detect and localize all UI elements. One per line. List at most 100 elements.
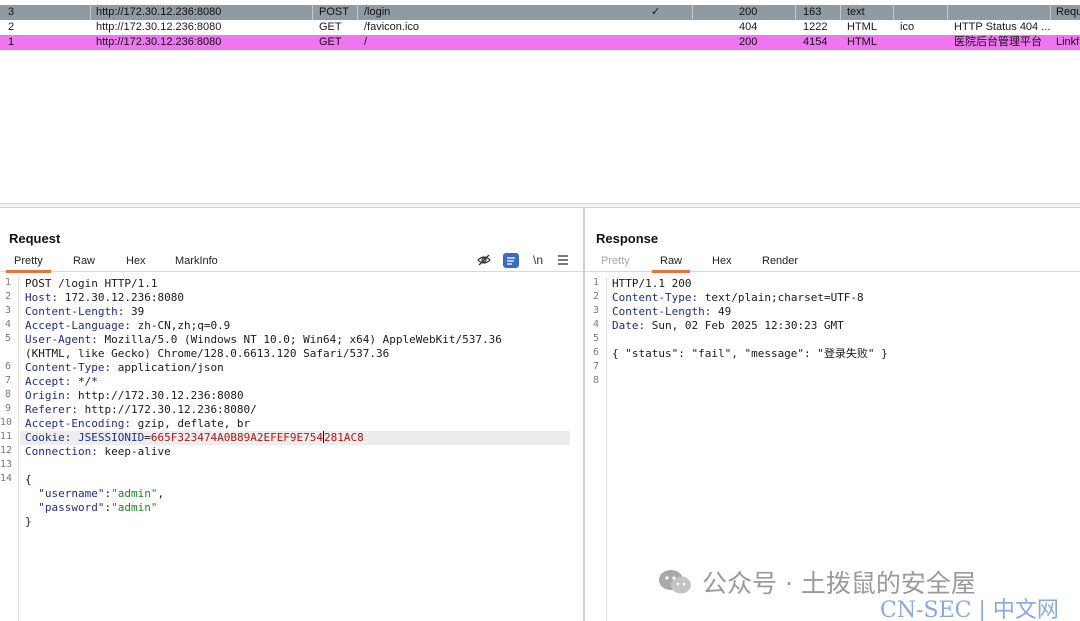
tab-pretty[interactable]: Pretty bbox=[6, 255, 51, 273]
row-host: http://172.30.12.236:8080 bbox=[96, 21, 222, 33]
response-title: Response bbox=[596, 231, 659, 246]
tab-hex[interactable]: Hex bbox=[712, 255, 732, 267]
row-method: GET bbox=[319, 21, 342, 33]
check-icon: ✓ bbox=[651, 6, 661, 18]
line-number: 1 bbox=[4, 277, 11, 288]
table-row[interactable]: 3 http://172.30.12.236:8080 POST /login … bbox=[0, 5, 1080, 20]
header-line: Accept-Encoding: gzip, deflate, br bbox=[25, 417, 251, 430]
row-method: GET bbox=[319, 36, 342, 48]
row-url: / bbox=[364, 36, 368, 48]
eye-off-icon[interactable] bbox=[475, 252, 493, 268]
line-number: 2 bbox=[592, 291, 599, 302]
header-line: Accept: */* bbox=[25, 375, 98, 388]
tab-render[interactable]: Render bbox=[762, 255, 798, 267]
row-mime: HTML bbox=[847, 21, 877, 33]
line-number-gutter: 1 2 3 4 5 6 7 8 9 10 11 12 13 14 bbox=[0, 277, 19, 621]
row-mime: text bbox=[847, 6, 865, 18]
line-number: 7 bbox=[592, 361, 599, 372]
header-line: Accept-Language: zh-CN,zh;q=0.9 bbox=[25, 319, 231, 332]
line-number: 3 bbox=[4, 305, 11, 316]
line-number: 8 bbox=[592, 375, 599, 386]
row-method: POST bbox=[319, 6, 349, 18]
body-line: { "status": "fail", "message": "登录失败" } bbox=[612, 347, 888, 360]
line-number: 7 bbox=[4, 375, 11, 386]
status-line: HTTP/1.1 200 bbox=[612, 277, 692, 290]
header-line: Content-Length: 49 bbox=[612, 305, 732, 318]
tab-raw[interactable]: Raw bbox=[651, 255, 691, 273]
line-number: 8 bbox=[4, 389, 11, 400]
row-mime: HTML bbox=[847, 36, 877, 48]
row-extra: Linkf bbox=[1056, 36, 1080, 48]
header-line: Content-Type: application/json bbox=[25, 361, 224, 374]
json-line: } bbox=[25, 515, 32, 528]
column-divider bbox=[795, 5, 796, 20]
header-line: Connection: keep-alive bbox=[25, 445, 171, 458]
line-number: 4 bbox=[4, 319, 11, 330]
line-number: 10 bbox=[0, 417, 13, 428]
column-divider bbox=[90, 5, 91, 20]
row-url: /favicon.ico bbox=[364, 21, 420, 33]
line-number: 14 bbox=[0, 473, 13, 484]
column-divider bbox=[1050, 5, 1051, 20]
menu-icon[interactable] bbox=[554, 252, 572, 268]
request-panel: Request Pretty Raw Hex MarkInfo \n 1 2 3… bbox=[0, 208, 583, 621]
json-line: "username":"admin", bbox=[38, 487, 165, 500]
row-status: 200 bbox=[739, 6, 758, 18]
column-divider bbox=[947, 5, 948, 20]
header-line: User-Agent: Mozilla/5.0 (Windows NT 10.0… bbox=[25, 333, 502, 346]
line-number: 4 bbox=[592, 319, 599, 330]
row-number: 1 bbox=[8, 36, 15, 48]
table-row[interactable]: 2 http://172.30.12.236:8080 GET /favicon… bbox=[0, 20, 1080, 35]
newline-toggle[interactable]: \n bbox=[529, 252, 547, 268]
row-status: 200 bbox=[739, 36, 758, 48]
site-watermark: CN-SEC | 中文网 bbox=[880, 598, 1059, 621]
line-number: 11 bbox=[0, 431, 13, 442]
line-number-gutter: 1 2 3 4 5 6 7 8 bbox=[585, 277, 607, 621]
row-status: 404 bbox=[739, 21, 758, 33]
row-extension: ico bbox=[900, 21, 915, 33]
row-length: 163 bbox=[803, 6, 822, 18]
json-line: { bbox=[25, 473, 32, 486]
line-number: 2 bbox=[4, 291, 11, 302]
tab-markinfo[interactable]: MarkInfo bbox=[175, 255, 218, 267]
line-number: 6 bbox=[4, 361, 11, 372]
line-number: 9 bbox=[4, 403, 11, 414]
tab-raw[interactable]: Raw bbox=[73, 255, 95, 267]
row-host: http://172.30.12.236:8080 bbox=[96, 36, 222, 48]
response-panel: Response Pretty Raw Hex Render 1 2 3 4 5… bbox=[585, 208, 1080, 621]
line-number: 6 bbox=[592, 347, 599, 358]
tab-pretty[interactable]: Pretty bbox=[601, 255, 630, 267]
request-line: POST /login HTTP/1.1 bbox=[25, 277, 158, 290]
response-tabs: Pretty Raw Hex Render bbox=[585, 253, 1080, 273]
request-tabs: Pretty Raw Hex MarkInfo bbox=[0, 253, 583, 273]
proxy-history-table: 3 http://172.30.12.236:8080 POST /login … bbox=[0, 0, 1080, 204]
row-number: 2 bbox=[8, 21, 15, 33]
line-number: 3 bbox=[592, 305, 599, 316]
header-line: Host: 172.30.12.236:8080 bbox=[25, 291, 184, 304]
row-url: /login bbox=[364, 6, 391, 18]
row-host: http://172.30.12.236:8080 bbox=[96, 6, 222, 18]
wechat-icon bbox=[658, 569, 692, 595]
column-divider bbox=[357, 5, 358, 20]
row-extra: Requ bbox=[1056, 6, 1080, 18]
header-line: Content-Length: 39 bbox=[25, 305, 145, 318]
tab-hex[interactable]: Hex bbox=[126, 255, 146, 267]
line-number: 13 bbox=[0, 459, 13, 470]
header-line: Referer: http://172.30.12.236:8080/ bbox=[25, 403, 257, 416]
request-editor[interactable]: 1 2 3 4 5 6 7 8 9 10 11 12 13 14 POST /l… bbox=[0, 277, 583, 621]
column-divider bbox=[692, 5, 693, 20]
cookie-line: Cookie: JSESSIONID=665F323474A0B89A2EFEF… bbox=[25, 431, 364, 444]
row-title: HTTP Status 404 ... bbox=[954, 21, 1051, 33]
line-number: 12 bbox=[0, 445, 13, 456]
request-code: POST /login HTTP/1.1 Host: 172.30.12.236… bbox=[25, 277, 583, 621]
row-length: 4154 bbox=[803, 36, 828, 48]
header-line: Origin: http://172.30.12.236:8080 bbox=[25, 389, 244, 402]
column-divider bbox=[840, 5, 841, 20]
line-number: 5 bbox=[592, 333, 599, 344]
column-divider bbox=[312, 5, 313, 20]
pretty-print-icon[interactable] bbox=[502, 252, 520, 268]
row-number: 3 bbox=[8, 6, 15, 18]
header-line-wrap: (KHTML, like Gecko) Chrome/128.0.6613.12… bbox=[25, 347, 390, 360]
table-row[interactable]: 1 http://172.30.12.236:8080 GET / 200 41… bbox=[0, 35, 1080, 50]
line-number: 1 bbox=[592, 277, 599, 288]
